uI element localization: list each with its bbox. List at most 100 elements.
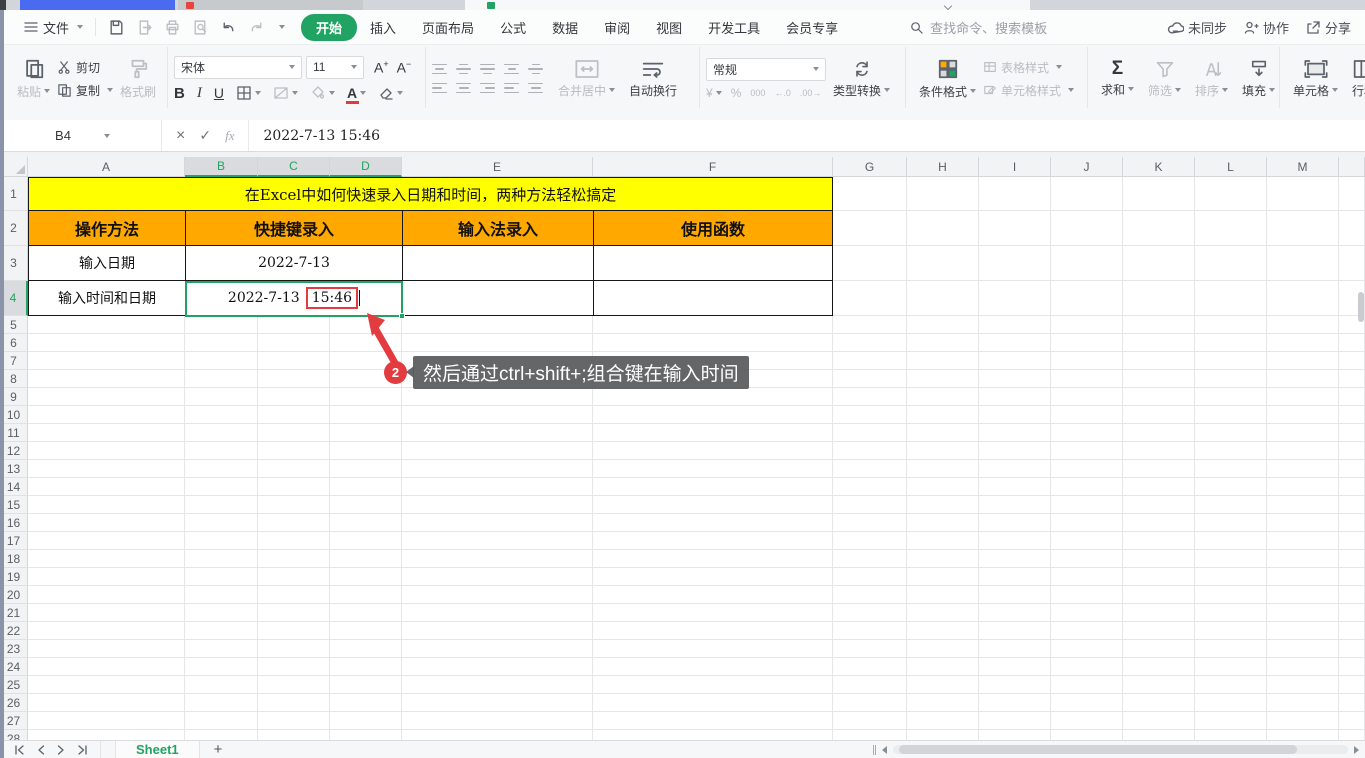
column-header-M[interactable]: M bbox=[1267, 157, 1339, 177]
cell[interactable] bbox=[330, 424, 402, 442]
cell[interactable] bbox=[28, 496, 185, 514]
cell[interactable] bbox=[907, 352, 979, 370]
cell[interactable] bbox=[28, 334, 185, 352]
cell[interactable] bbox=[258, 514, 330, 532]
cell[interactable] bbox=[185, 730, 258, 740]
type-convert-button[interactable]: 类型转换 bbox=[826, 50, 897, 108]
cell[interactable] bbox=[833, 424, 907, 442]
cell[interactable] bbox=[1195, 246, 1267, 281]
cell-E3[interactable] bbox=[403, 246, 594, 281]
cell[interactable] bbox=[402, 478, 593, 496]
conditional-format-button[interactable]: 条件格式 bbox=[912, 50, 983, 108]
column-header-I[interactable]: I bbox=[979, 157, 1051, 177]
font-color-button[interactable]: A bbox=[345, 85, 367, 104]
cell[interactable] bbox=[593, 478, 833, 496]
cell[interactable] bbox=[1339, 370, 1365, 388]
cell[interactable] bbox=[833, 334, 907, 352]
cell[interactable] bbox=[833, 676, 907, 694]
cell[interactable] bbox=[907, 246, 979, 281]
cell[interactable] bbox=[1123, 712, 1195, 730]
cell[interactable] bbox=[1051, 478, 1123, 496]
cell[interactable] bbox=[979, 568, 1051, 586]
cell[interactable] bbox=[330, 568, 402, 586]
cell[interactable] bbox=[1123, 658, 1195, 676]
cell[interactable] bbox=[258, 496, 330, 514]
cell[interactable] bbox=[28, 352, 185, 370]
cell[interactable] bbox=[258, 712, 330, 730]
cell-A1-title[interactable]: 在Excel中如何快速录入日期和时间，两种方法轻松搞定 bbox=[29, 178, 832, 211]
cell[interactable] bbox=[1267, 514, 1339, 532]
cell-F3[interactable] bbox=[594, 246, 832, 281]
borders-button[interactable] bbox=[236, 85, 261, 101]
row-header-19[interactable]: 19 bbox=[0, 568, 28, 586]
row-header-21[interactable]: 21 bbox=[0, 604, 28, 622]
cell[interactable] bbox=[1123, 676, 1195, 694]
cell[interactable] bbox=[1195, 532, 1267, 550]
cell[interactable] bbox=[28, 550, 185, 568]
cell[interactable] bbox=[185, 532, 258, 550]
align-top-icon[interactable] bbox=[432, 63, 447, 75]
cell[interactable] bbox=[1123, 730, 1195, 740]
wrap-text-button[interactable]: 自动换行 bbox=[622, 50, 684, 108]
cell[interactable] bbox=[1339, 388, 1365, 406]
row-header-24[interactable]: 24 bbox=[0, 658, 28, 676]
add-sheet-button[interactable]: + bbox=[214, 741, 223, 758]
number-format-select[interactable]: 常规 bbox=[706, 57, 826, 81]
cell[interactable] bbox=[258, 352, 330, 370]
cell[interactable] bbox=[907, 514, 979, 532]
share-button[interactable]: 分享 bbox=[1305, 18, 1351, 37]
row-header-20[interactable]: 20 bbox=[0, 586, 28, 604]
cell[interactable] bbox=[185, 604, 258, 622]
cell[interactable] bbox=[1267, 442, 1339, 460]
cell[interactable] bbox=[402, 424, 593, 442]
cell[interactable] bbox=[1267, 568, 1339, 586]
confirm-icon[interactable]: ✓ bbox=[199, 127, 211, 144]
cell[interactable] bbox=[185, 496, 258, 514]
cell[interactable] bbox=[1267, 640, 1339, 658]
row-header-3[interactable]: 3 bbox=[0, 246, 28, 281]
cell[interactable] bbox=[593, 496, 833, 514]
cell[interactable] bbox=[1123, 496, 1195, 514]
first-sheet-icon[interactable] bbox=[14, 744, 25, 755]
cell[interactable] bbox=[1123, 316, 1195, 334]
cell[interactable] bbox=[833, 246, 907, 281]
scroll-right-icon[interactable] bbox=[1354, 745, 1359, 754]
cell[interactable] bbox=[330, 604, 402, 622]
cell[interactable] bbox=[833, 694, 907, 712]
insert-function-icon[interactable]: fx bbox=[225, 128, 234, 144]
cell[interactable] bbox=[979, 550, 1051, 568]
cell[interactable] bbox=[330, 712, 402, 730]
cell[interactable] bbox=[185, 658, 258, 676]
cell[interactable] bbox=[1267, 460, 1339, 478]
column-header-partial[interactable] bbox=[1339, 157, 1365, 177]
row-header-18[interactable]: 18 bbox=[0, 550, 28, 568]
last-sheet-icon[interactable] bbox=[77, 744, 88, 755]
cell[interactable] bbox=[1123, 334, 1195, 352]
cell[interactable] bbox=[185, 622, 258, 640]
column-header-K[interactable]: K bbox=[1123, 157, 1195, 177]
cell[interactable] bbox=[258, 460, 330, 478]
cell[interactable] bbox=[1051, 246, 1123, 281]
row-header-15[interactable]: 15 bbox=[0, 496, 28, 514]
copy-button[interactable]: 复制 bbox=[57, 82, 114, 99]
cell[interactable] bbox=[1267, 658, 1339, 676]
cell[interactable] bbox=[1051, 442, 1123, 460]
cell[interactable] bbox=[1339, 334, 1365, 352]
cell[interactable] bbox=[1267, 532, 1339, 550]
currency-button[interactable]: ¥ bbox=[706, 86, 722, 100]
cell[interactable] bbox=[593, 334, 833, 352]
cell[interactable] bbox=[185, 442, 258, 460]
cell[interactable] bbox=[1195, 370, 1267, 388]
cell[interactable] bbox=[593, 730, 833, 740]
row-header-1[interactable]: 1 bbox=[0, 177, 28, 211]
cell[interactable] bbox=[833, 370, 907, 388]
decrease-font-button[interactable]: A− bbox=[397, 59, 412, 76]
cell[interactable] bbox=[1195, 442, 1267, 460]
cell[interactable] bbox=[1339, 550, 1365, 568]
cell[interactable] bbox=[593, 550, 833, 568]
cell[interactable] bbox=[185, 676, 258, 694]
cell[interactable] bbox=[330, 640, 402, 658]
cell-B2-header[interactable]: 快捷键录入 bbox=[186, 211, 403, 246]
print-preview-button[interactable] bbox=[192, 19, 209, 36]
cell-B4-active[interactable]: 2022-7-13 15:46 bbox=[186, 281, 403, 315]
